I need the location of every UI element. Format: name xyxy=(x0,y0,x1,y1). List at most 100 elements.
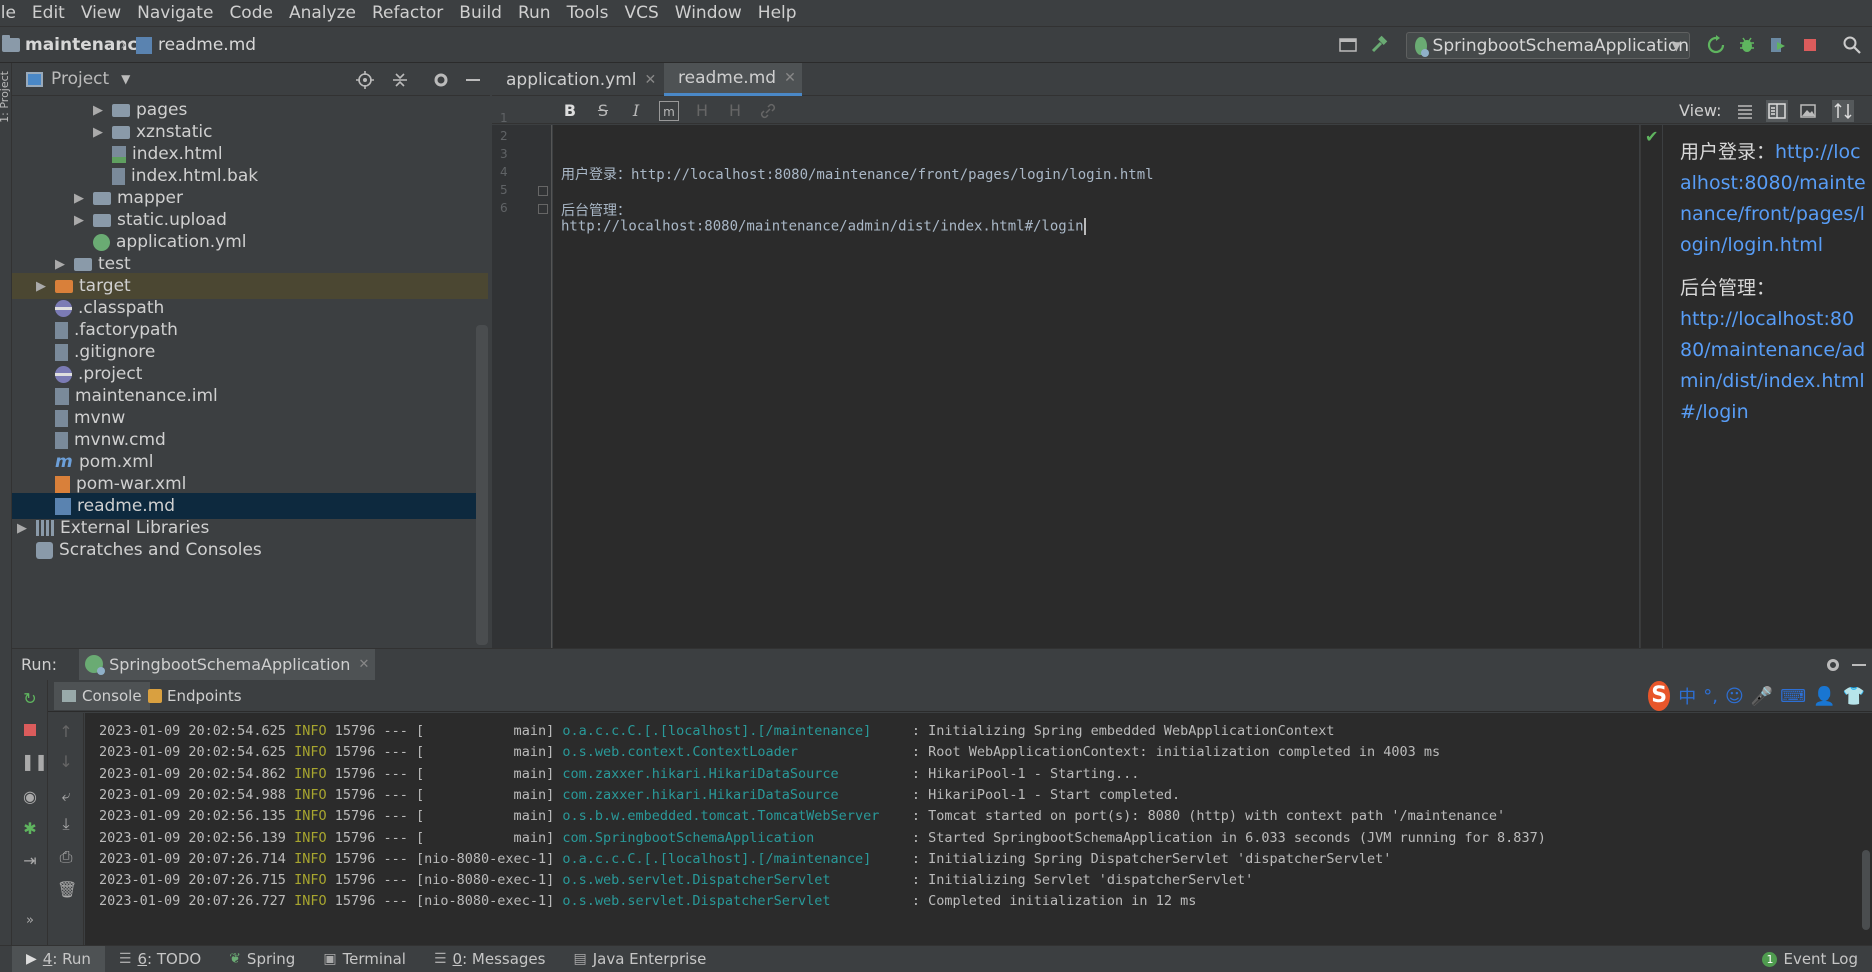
console-scrollbar[interactable] xyxy=(1862,850,1870,930)
tool-messages[interactable]: ☰ 0: Messages xyxy=(420,946,560,972)
run-configuration-dropdown[interactable]: SpringbootSchemaApplication ▼ xyxy=(1406,32,1690,59)
more-icon[interactable]: » xyxy=(21,912,39,930)
ime-chinese-mode[interactable]: 中 xyxy=(1678,683,1696,709)
ime-keyboard-icon[interactable]: ⌨ xyxy=(1780,686,1806,707)
camera-icon[interactable]: ◉ xyxy=(21,788,39,806)
menu-item-help[interactable]: Help xyxy=(750,3,805,23)
project-tree-scrollbar[interactable] xyxy=(476,325,488,645)
exit-icon[interactable]: ⇥ xyxy=(21,852,39,870)
trash-icon[interactable]: 🗑 xyxy=(57,881,77,899)
scroll-to-end-icon[interactable]: ⤓ xyxy=(57,815,75,833)
bold-button[interactable]: B xyxy=(560,101,580,121)
menu-item-build[interactable]: Build xyxy=(451,3,510,23)
locate-file-icon[interactable] xyxy=(355,70,375,90)
italic-button[interactable]: I xyxy=(626,101,646,121)
expand-arrow-icon[interactable]: ▶ xyxy=(14,521,30,536)
fold-marker-icon[interactable] xyxy=(538,204,548,214)
code-button[interactable]: m xyxy=(659,101,679,121)
ime-punctuation[interactable]: °, xyxy=(1703,686,1718,707)
editor-only-icon[interactable] xyxy=(1736,102,1754,120)
rerun-icon[interactable] xyxy=(1706,35,1726,55)
debug-bug-icon[interactable]: ✱ xyxy=(21,820,39,838)
menu-item-code[interactable]: Code xyxy=(221,3,281,23)
menu-item-ile[interactable]: ile xyxy=(0,3,24,23)
menu-item-edit[interactable]: Edit xyxy=(24,3,73,23)
rerun-icon[interactable]: ↻ xyxy=(21,690,39,708)
code-area[interactable]: 用户登录：http://localhost:8080/maintenance/f… xyxy=(553,125,1639,648)
search-icon[interactable] xyxy=(1842,35,1862,55)
minimize-icon[interactable] xyxy=(463,70,483,90)
gear-icon[interactable] xyxy=(431,70,451,90)
expand-arrow-icon[interactable]: ▶ xyxy=(33,279,49,294)
expand-arrow-icon[interactable]: ▶ xyxy=(90,103,106,118)
menu-item-navigate[interactable]: Navigate xyxy=(129,3,221,23)
arrow-up-icon[interactable]: ↑ xyxy=(57,723,75,741)
insert-link-icon[interactable] xyxy=(758,101,778,121)
menu-item-view[interactable]: View xyxy=(73,3,129,23)
tree-item-label: pages xyxy=(136,100,188,120)
ime-user-icon[interactable]: 👤 xyxy=(1813,686,1835,707)
stop-icon[interactable] xyxy=(21,722,39,740)
menu-item-tools[interactable]: Tools xyxy=(559,3,617,23)
project-tool-window-label[interactable]: 1: Project xyxy=(0,71,11,123)
tool-todo[interactable]: ☰ 6: TODO xyxy=(105,946,215,972)
preview-only-icon[interactable] xyxy=(1799,102,1817,120)
ime-emoji-icon[interactable]: ☺ xyxy=(1725,686,1744,707)
expand-arrow-icon[interactable]: ▶ xyxy=(71,213,87,228)
strikethrough-button[interactable]: S xyxy=(593,101,613,121)
minimize-icon[interactable] xyxy=(1850,656,1868,674)
log-line: 2023-01-09 20:07:26.715 INFO 15796 --- [… xyxy=(99,872,1253,888)
header-button[interactable]: H xyxy=(692,101,712,121)
terminal-window-icon[interactable] xyxy=(1338,35,1358,55)
breadcrumb-project[interactable]: maintenance xyxy=(2,33,149,57)
tab-readme-md[interactable]: readme.md ✕ xyxy=(664,63,802,96)
log-separator: --- [ xyxy=(383,872,425,889)
sogou-ime-logo-icon[interactable]: S xyxy=(1648,681,1671,711)
menu-item-vcs[interactable]: VCS xyxy=(616,3,666,23)
pause-icon[interactable]: ❚❚ xyxy=(21,753,48,771)
tool-run[interactable]: ▶ 4: Run xyxy=(12,945,105,972)
ime-voice-icon[interactable]: 🎤 xyxy=(1751,686,1773,707)
expand-arrow-icon[interactable]: ▶ xyxy=(90,125,106,140)
tree-item[interactable]: Scratches and Consoles xyxy=(12,537,488,563)
tool-spring[interactable]: ❦ Spring xyxy=(215,946,309,972)
editor-scrollbar[interactable]: ✔ xyxy=(1640,125,1662,648)
menu-item-run[interactable]: Run xyxy=(510,3,559,23)
preview-admin-link[interactable]: http://localhost:8080/maintenance/admin/… xyxy=(1680,308,1865,423)
tool-java-enterprise[interactable]: ▤ Java Enterprise xyxy=(559,946,720,972)
tab-application-yml[interactable]: application.yml ✕ xyxy=(492,63,658,96)
tab-console[interactable]: Console xyxy=(54,682,150,710)
project-panel-title[interactable]: Project xyxy=(51,69,109,89)
text-file-icon xyxy=(112,167,125,185)
fold-marker-icon[interactable] xyxy=(538,186,548,196)
log-separator: --- [ xyxy=(383,786,425,803)
split-view-icon[interactable] xyxy=(1766,100,1788,122)
tool-event-log[interactable]: 1 Event Log xyxy=(1748,946,1872,972)
tab-endpoints[interactable]: Endpoints xyxy=(144,682,246,710)
chevron-down-icon[interactable]: ▼ xyxy=(121,72,130,86)
arrow-down-icon[interactable]: ↓ xyxy=(57,753,75,771)
menu-item-analyze[interactable]: Analyze xyxy=(281,3,364,23)
stop-icon[interactable] xyxy=(1800,35,1820,55)
close-icon[interactable]: ✕ xyxy=(784,70,796,86)
print-icon[interactable]: ⎙ xyxy=(57,848,75,866)
close-icon[interactable]: ✕ xyxy=(358,657,369,672)
expand-arrow-icon[interactable]: ▶ xyxy=(71,191,87,206)
gear-icon[interactable] xyxy=(1824,656,1842,674)
ime-skin-icon[interactable]: 👕 xyxy=(1843,686,1865,707)
coverage-icon[interactable] xyxy=(1768,35,1788,55)
build-hammer-icon[interactable] xyxy=(1369,35,1389,55)
soft-wrap-icon[interactable]: ⤶ xyxy=(57,787,75,805)
debug-bug-icon[interactable] xyxy=(1737,35,1757,55)
expand-arrow-icon[interactable]: ▶ xyxy=(52,257,68,272)
run-tab[interactable]: SpringbootSchemaApplication ✕ xyxy=(79,648,376,680)
breadcrumb-file[interactable]: readme.md xyxy=(136,33,256,57)
menu-item-window[interactable]: Window xyxy=(667,3,750,23)
console-output[interactable]: 2023-01-09 20:02:54.625 INFO 15796 --- [… xyxy=(85,713,1872,945)
menu-item-refactor[interactable]: Refactor xyxy=(364,3,451,23)
header-level-button[interactable]: H xyxy=(725,101,745,121)
scroll-sync-icon[interactable] xyxy=(1832,100,1854,122)
collapse-all-icon[interactable] xyxy=(390,70,410,90)
close-icon[interactable]: ✕ xyxy=(645,72,657,88)
tool-terminal[interactable]: ▣ Terminal xyxy=(309,946,420,972)
